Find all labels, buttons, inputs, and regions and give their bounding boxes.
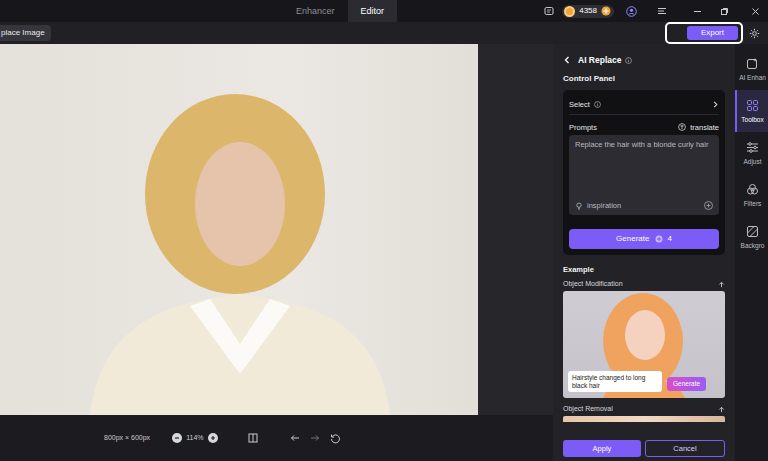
example-caption: Hairstyle changed to long black hair [568, 371, 662, 392]
example-name: Object Removal [563, 405, 613, 413]
arrow-up-icon[interactable] [718, 281, 725, 288]
bulb-icon [575, 202, 583, 210]
toolbar: place Image Export [0, 22, 768, 44]
export-highlight: Export [665, 22, 743, 44]
compare-icon[interactable] [248, 433, 258, 443]
example-image: Hairstyle changed to long black hair Gen… [563, 291, 725, 398]
credit-icon [655, 235, 663, 243]
translate-label: translate [690, 123, 719, 132]
undo-icon[interactable] [290, 433, 300, 443]
add-icon[interactable] [704, 201, 713, 210]
translate-icon [678, 123, 686, 131]
control-card: Select Prompts translate Replace the hai… [563, 90, 725, 255]
example-header[interactable]: Object Removal [563, 402, 725, 416]
background-icon [746, 225, 759, 238]
tool-sidebar: AI Enhan Toolbox Adjust Filters Backgro [735, 44, 768, 461]
menu-icon[interactable] [657, 6, 667, 16]
ai-enhance-icon [746, 57, 759, 70]
prompt-field[interactable]: Replace the hair with a blonde curly hai… [569, 135, 719, 215]
prompt-text: Replace the hair with a blonde curly hai… [575, 140, 713, 149]
sidebar-item[interactable]: Toolbox [735, 90, 768, 132]
cancel-button[interactable]: Cancel [645, 440, 725, 457]
apply-button[interactable]: Apply [563, 440, 641, 457]
generate-cost: 4 [667, 234, 671, 244]
zoom-out-icon[interactable] [172, 433, 182, 443]
settings-icon[interactable] [749, 28, 760, 39]
sidebar-label: Backgro [741, 242, 765, 250]
coin-icon [564, 6, 575, 17]
prompts-label: Prompts [569, 123, 597, 132]
filters-icon [746, 183, 759, 196]
maximize-icon[interactable] [720, 7, 729, 16]
close-icon[interactable] [751, 7, 760, 16]
sidebar-label: Toolbox [741, 116, 763, 124]
example-header[interactable]: Object Modification [563, 277, 725, 291]
chevron-right-icon[interactable] [712, 101, 719, 108]
sidebar-label: AI Enhan [739, 74, 766, 82]
canvas[interactable] [0, 44, 553, 415]
sidebar-item[interactable]: Filters [735, 174, 768, 216]
reset-icon[interactable] [330, 433, 341, 444]
add-credits-icon[interactable] [601, 6, 611, 16]
translate-button[interactable]: translate [678, 123, 719, 132]
sidebar-label: Adjust [743, 158, 761, 166]
image-size: 800px × 600px [104, 434, 150, 442]
mode-tab[interactable]: Editor [348, 0, 398, 22]
sidebar-item[interactable]: Backgro [735, 216, 768, 258]
panel-title: AI Replace [578, 55, 621, 65]
example-generate-button[interactable]: Generate [667, 377, 706, 391]
generate-button[interactable]: Generate 4 [569, 229, 719, 249]
user-icon[interactable] [626, 6, 637, 17]
ai-replace-panel: AI Replace Control Panel Select Prompts … [553, 44, 735, 461]
status-bar: 800px × 600px 114% [0, 415, 553, 461]
adjust-icon [746, 141, 759, 154]
mode-tabs: EnhancerEditor [283, 0, 397, 22]
minimize-icon[interactable] [693, 7, 702, 16]
edited-photo [0, 44, 478, 415]
info-icon[interactable] [625, 57, 632, 64]
arrow-up-icon[interactable] [718, 406, 725, 413]
credits-count: 4358 [579, 6, 597, 16]
export-button[interactable]: Export [687, 26, 738, 40]
example-image [563, 416, 725, 422]
redo-icon[interactable] [310, 433, 320, 443]
example-generate-label: Generate [673, 380, 700, 387]
photo-figure [0, 44, 478, 415]
example-name: Object Modification [563, 280, 623, 288]
sidebar-label: Filters [744, 200, 762, 208]
mode-tab[interactable]: Enhancer [283, 0, 348, 22]
credits-badge[interactable]: 4358 [562, 5, 614, 18]
replace-image-button[interactable]: place Image [0, 25, 51, 41]
inspiration-button[interactable]: inspiration [587, 201, 621, 210]
sidebar-item[interactable]: Adjust [735, 132, 768, 174]
section-title: Control Panel [563, 74, 615, 84]
sidebar-item[interactable]: AI Enhan [735, 48, 768, 90]
select-label: Select [569, 100, 590, 109]
select-row[interactable]: Select [569, 96, 719, 112]
feedback-icon[interactable] [544, 6, 554, 16]
example-title: Example [563, 265, 725, 277]
info-icon[interactable] [594, 101, 601, 108]
generate-label: Generate [616, 234, 649, 244]
zoom-level: 114% [186, 434, 203, 442]
back-icon[interactable] [563, 56, 571, 64]
toolbox-icon [746, 99, 759, 112]
title-bar: EnhancerEditor 4358 [0, 0, 768, 22]
zoom-in-icon[interactable] [208, 433, 218, 443]
